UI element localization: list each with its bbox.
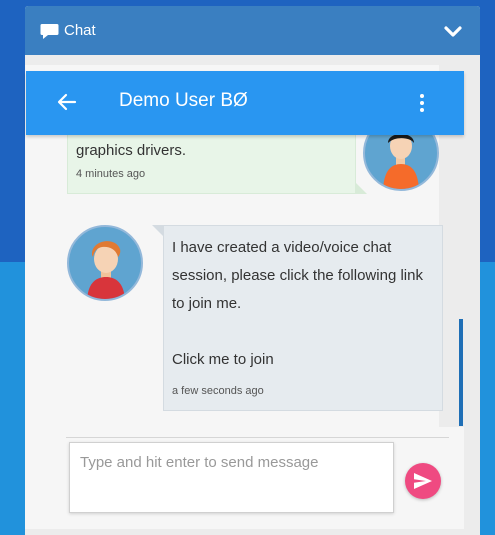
widget-title: Chat [64,22,96,39]
arrow-left-icon[interactable] [57,93,77,111]
avatar-male-illustration [87,241,125,299]
message-input[interactable] [69,442,394,513]
message-text: I have created a video/voice chat sessio… [172,239,423,312]
composer [52,427,464,529]
join-link[interactable]: Click me to join [172,346,274,374]
send-icon [414,473,432,489]
message-list: graphics drivers. 4 minutes ago I have c… [52,135,457,427]
more-vert-icon[interactable] [414,93,430,113]
widget-header[interactable]: Chat [25,6,480,55]
composer-divider [66,437,449,438]
avatar-female-illustration [383,135,419,189]
chat-topbar: Demo User BØ [26,71,464,135]
message-bubble-incoming: I have created a video/voice chat sessio… [152,225,443,411]
send-button[interactable] [405,463,441,499]
message-text: graphics drivers. [76,142,187,159]
message-timestamp: 4 minutes ago [76,168,146,180]
message-timestamp: a few seconds ago [172,385,264,397]
chevron-down-icon[interactable] [444,25,462,38]
avatar-female [363,135,439,191]
scrollbar-thumb[interactable] [459,319,463,426]
contact-name: Demo User BØ [119,90,248,111]
speech-bubble-icon [40,24,59,39]
message-bubble-outgoing: graphics drivers. 4 minutes ago [67,135,367,194]
avatar-male [67,225,143,301]
